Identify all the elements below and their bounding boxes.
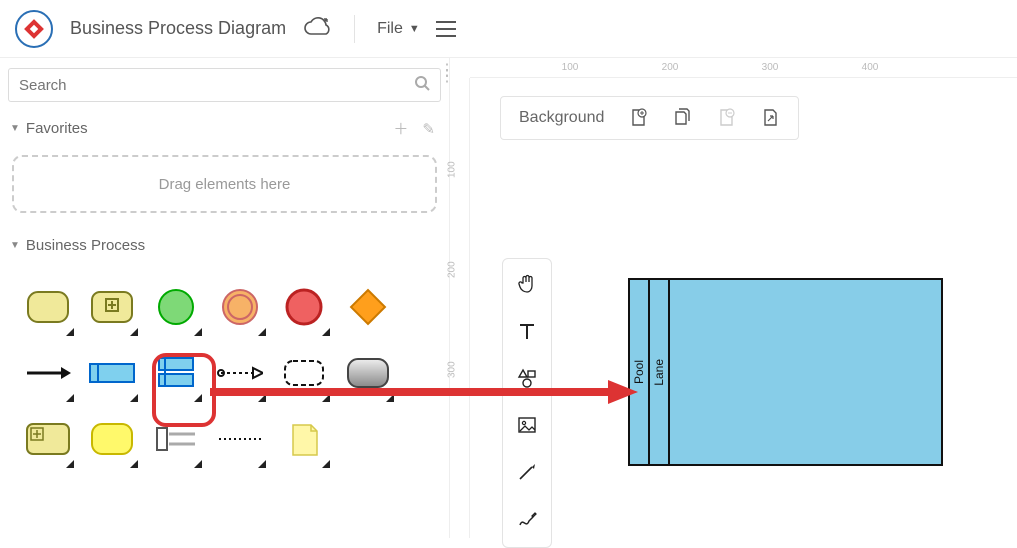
call-activity-shape[interactable] bbox=[16, 406, 80, 472]
ruler-tick: 300 bbox=[762, 62, 779, 73]
file-menu[interactable]: File ▼ bbox=[377, 20, 420, 38]
ruler-tick: 300 bbox=[447, 361, 458, 378]
pan-tool-icon[interactable] bbox=[516, 273, 538, 298]
lane-body[interactable] bbox=[670, 280, 941, 464]
separator bbox=[354, 15, 355, 43]
delete-page-icon[interactable] bbox=[716, 107, 736, 130]
business-process-section-header[interactable]: ▼ Business Process bbox=[8, 231, 441, 260]
vertical-ruler: 100 200 300 bbox=[450, 78, 470, 538]
search-input[interactable] bbox=[19, 77, 414, 94]
background-toolbar: Background bbox=[500, 96, 799, 140]
lane-label: Lane bbox=[652, 359, 666, 386]
association-shape[interactable] bbox=[208, 406, 272, 472]
app-logo bbox=[14, 9, 54, 49]
drop-hint-text: Drag elements here bbox=[159, 176, 291, 193]
pool-header[interactable]: Pool bbox=[630, 280, 650, 464]
gateway-shape[interactable] bbox=[336, 274, 400, 340]
ruler-tick: 400 bbox=[862, 62, 879, 73]
shapes-tool-icon[interactable] bbox=[516, 367, 538, 392]
add-page-icon[interactable] bbox=[628, 107, 648, 130]
ruler-tick: 100 bbox=[562, 62, 579, 73]
shape-search[interactable] bbox=[8, 68, 441, 102]
pool-element[interactable]: Pool Lane bbox=[628, 278, 943, 466]
data-object-shape[interactable] bbox=[336, 340, 400, 406]
file-menu-label: File bbox=[377, 20, 403, 38]
call-activity-yellow-shape[interactable] bbox=[80, 406, 144, 472]
canvas-tools-toolbar bbox=[502, 258, 552, 548]
collapse-icon: ▼ bbox=[10, 123, 20, 134]
add-favorite-icon[interactable]: ＋ bbox=[389, 118, 412, 139]
lane-header[interactable]: Lane bbox=[650, 280, 670, 464]
text-tool-icon[interactable] bbox=[516, 320, 538, 345]
favorites-drop-zone[interactable]: Drag elements here bbox=[12, 155, 437, 213]
duplicate-page-icon[interactable] bbox=[672, 107, 692, 130]
page-settings-icon[interactable] bbox=[760, 107, 780, 130]
group-shape[interactable] bbox=[272, 340, 336, 406]
edit-favorites-icon[interactable]: ✎ bbox=[418, 120, 439, 138]
collapse-icon: ▼ bbox=[10, 240, 20, 251]
sequence-flow-shape[interactable] bbox=[16, 340, 80, 406]
line-tool-icon[interactable] bbox=[516, 461, 538, 486]
ruler-tick: 200 bbox=[447, 261, 458, 278]
message-flow-shape[interactable] bbox=[208, 340, 272, 406]
background-label: Background bbox=[519, 109, 604, 127]
start-event-shape[interactable] bbox=[144, 274, 208, 340]
diagram-canvas[interactable]: 100 200 300 400 100 200 300 Background bbox=[450, 58, 1017, 538]
intermediate-event-shape[interactable] bbox=[208, 274, 272, 340]
document-title[interactable]: Business Process Diagram bbox=[70, 18, 286, 39]
search-icon bbox=[414, 75, 430, 96]
business-process-label: Business Process bbox=[26, 237, 145, 254]
pool-vertical-shape[interactable] bbox=[144, 340, 208, 406]
shape-palette bbox=[8, 260, 441, 472]
chevron-down-icon: ▼ bbox=[409, 23, 420, 35]
panel-options-handle[interactable]: ⋮⋮ bbox=[439, 68, 447, 80]
ruler-tick: 200 bbox=[662, 62, 679, 73]
lane-shape[interactable] bbox=[144, 406, 208, 472]
pool-label: Pool bbox=[632, 360, 646, 384]
hamburger-menu-icon[interactable] bbox=[436, 19, 456, 39]
favorites-section-header[interactable]: ▼ Favorites ＋ ✎ bbox=[8, 112, 441, 145]
task-shape[interactable] bbox=[16, 274, 80, 340]
cloud-sync-icon[interactable] bbox=[302, 16, 332, 41]
ruler-tick: 100 bbox=[447, 161, 458, 178]
freehand-tool-icon[interactable] bbox=[516, 508, 538, 533]
pool-horizontal-shape[interactable] bbox=[80, 340, 144, 406]
favorites-label: Favorites bbox=[26, 120, 88, 137]
image-tool-icon[interactable] bbox=[516, 414, 538, 439]
end-event-shape[interactable] bbox=[272, 274, 336, 340]
annotation-shape[interactable] bbox=[272, 406, 336, 472]
horizontal-ruler: 100 200 300 400 bbox=[470, 58, 1017, 78]
subprocess-shape[interactable] bbox=[80, 274, 144, 340]
